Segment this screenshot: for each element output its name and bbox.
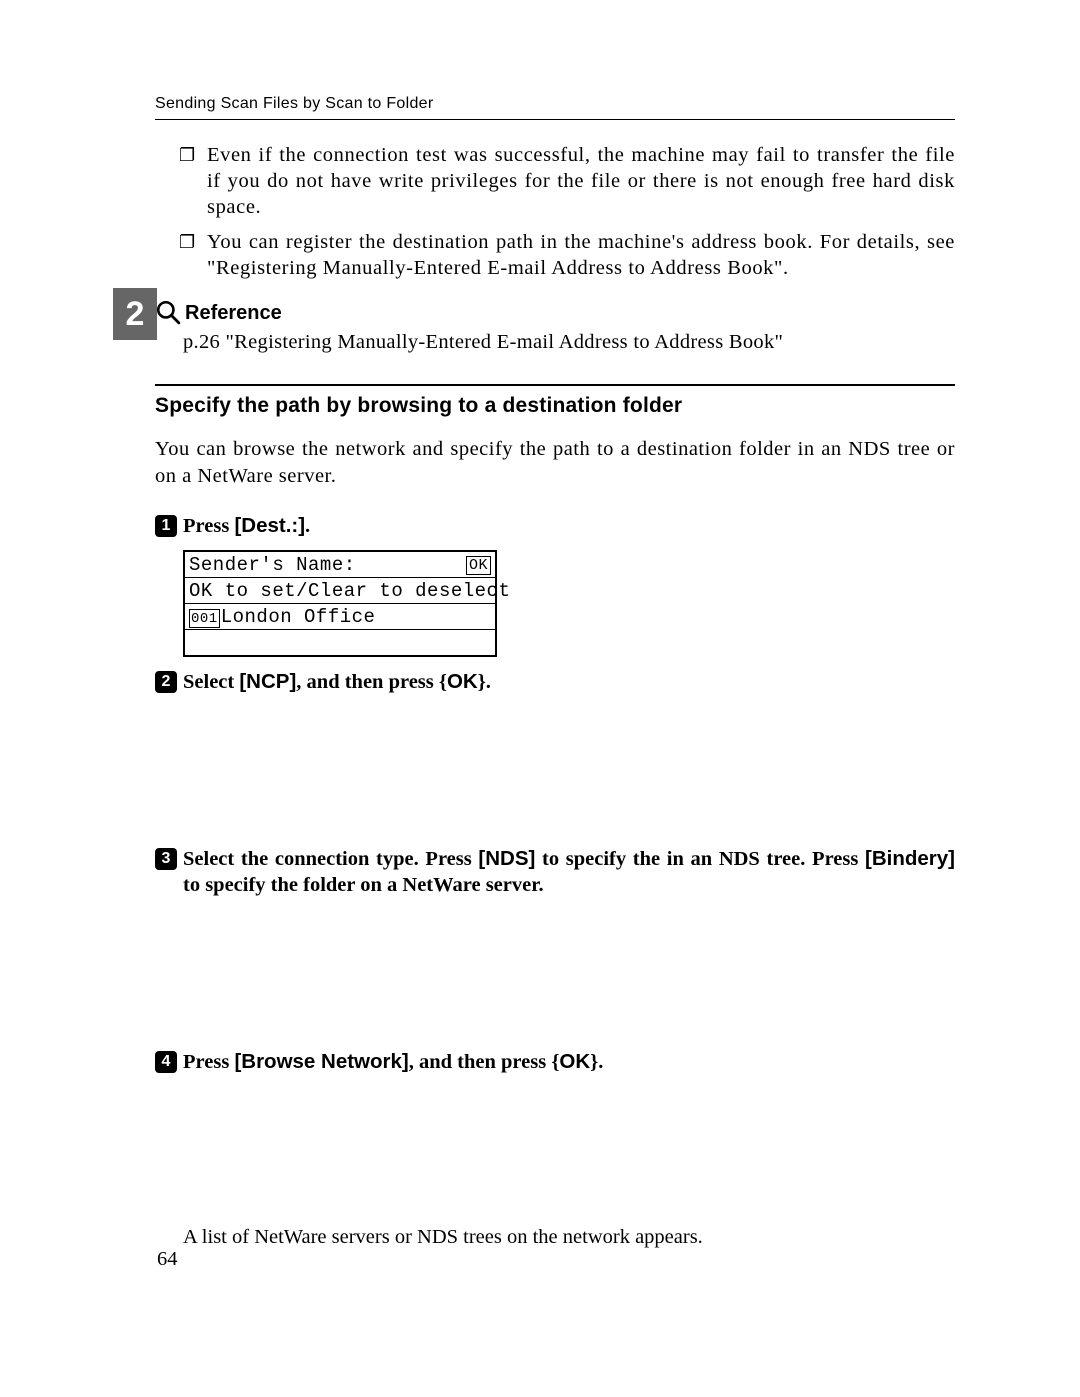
lcd-text: OK to set/Clear to deselect bbox=[189, 580, 510, 602]
chapter-tab: 2 bbox=[113, 288, 157, 340]
bullet-text: You can register the destination path in… bbox=[207, 229, 955, 281]
divider bbox=[155, 384, 955, 386]
bullet-icon: ❐ bbox=[179, 142, 207, 221]
t: , and then press bbox=[409, 1051, 552, 1073]
reference-row: Reference bbox=[155, 299, 955, 325]
step-4: 4 Press [Browse Network], and then press… bbox=[155, 1049, 955, 1076]
t: . bbox=[305, 515, 310, 537]
t: Select the connection type. Press bbox=[183, 848, 478, 870]
lcd-ok-badge: OK bbox=[466, 556, 491, 575]
ui-button-ref: [NDS] bbox=[478, 847, 535, 870]
step-number-icon: 2 bbox=[155, 671, 177, 693]
step-text: Select [NCP], and then press {OK}. bbox=[183, 669, 491, 696]
step-text: Select the connection type. Press [NDS] … bbox=[183, 846, 955, 899]
lcd-text: Sender's Name: bbox=[189, 554, 356, 576]
t: . bbox=[486, 671, 491, 693]
bullet-list: ❐ Even if the connection test was succes… bbox=[179, 142, 955, 281]
body-paragraph: You can browse the network and specify t… bbox=[155, 436, 955, 489]
lcd-text: 001London Office bbox=[189, 606, 375, 629]
lcd-row: OK to set/Clear to deselect bbox=[185, 578, 495, 604]
ui-key-ref: OK bbox=[559, 1050, 590, 1073]
lcd-index: 001 bbox=[189, 609, 220, 628]
list-item: ❐ Even if the connection test was succes… bbox=[179, 142, 955, 221]
step-1: 1 Press [Dest.:]. bbox=[155, 513, 955, 540]
subheading: Specify the path by browsing to a destin… bbox=[155, 394, 955, 418]
t: Press bbox=[183, 1051, 234, 1073]
step-2: 2 Select [NCP], and then press {OK}. bbox=[155, 669, 955, 696]
lcd-row: 001London Office bbox=[185, 604, 495, 630]
bullet-text: Even if the connection test was successf… bbox=[207, 142, 955, 221]
ui-button-ref: [Browse Network] bbox=[234, 1050, 408, 1073]
ui-key-ref: OK bbox=[447, 670, 478, 693]
reference-text: p.26 "Registering Manually-Entered E-mai… bbox=[183, 331, 955, 354]
step-number-icon: 4 bbox=[155, 1051, 177, 1073]
t: Press bbox=[183, 515, 234, 537]
reference-label: Reference bbox=[185, 302, 282, 325]
step-3: 3 Select the connection type. Press [NDS… bbox=[155, 846, 955, 899]
lcd-row: Sender's Name: OK bbox=[185, 552, 495, 578]
followup-paragraph: A list of NetWare servers or NDS trees o… bbox=[183, 1226, 955, 1249]
reference-icon bbox=[155, 299, 181, 325]
t: to specify the in an NDS tree. Press bbox=[535, 848, 865, 870]
ui-button-ref: [Bindery] bbox=[865, 847, 955, 870]
page-body: Sending Scan Files by Scan to Folder ❐ E… bbox=[155, 95, 955, 1249]
lcd-row bbox=[185, 630, 495, 655]
step-text: Press [Dest.:]. bbox=[183, 513, 310, 540]
ui-button-ref: [Dest.:] bbox=[234, 514, 305, 537]
t: . bbox=[598, 1051, 603, 1073]
lcd-entry: London Office bbox=[221, 606, 376, 628]
ui-button-ref: [NCP] bbox=[239, 670, 296, 693]
list-item: ❐ You can register the destination path … bbox=[179, 229, 955, 281]
t: to specify the folder on a NetWare serve… bbox=[183, 874, 544, 896]
step-number-icon: 3 bbox=[155, 848, 177, 870]
running-header: Sending Scan Files by Scan to Folder bbox=[155, 95, 955, 120]
t: Select bbox=[183, 671, 239, 693]
step-number-icon: 1 bbox=[155, 515, 177, 537]
step-text: Press [Browse Network], and then press {… bbox=[183, 1049, 603, 1076]
bullet-icon: ❐ bbox=[179, 229, 207, 281]
page-number: 64 bbox=[157, 1248, 178, 1271]
lcd-screenshot: Sender's Name: OK OK to set/Clear to des… bbox=[183, 550, 497, 657]
t: , and then press bbox=[296, 671, 439, 693]
